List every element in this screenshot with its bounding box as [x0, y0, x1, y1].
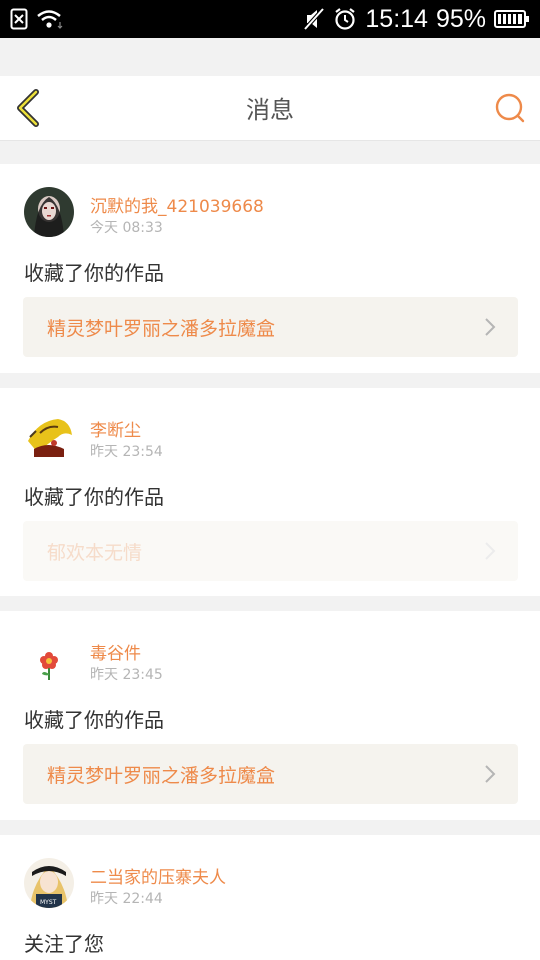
- notification-x-icon: [10, 8, 28, 30]
- timestamp: 昨天 23:54: [90, 444, 163, 460]
- work-title: 精灵梦叶罗丽之潘多拉魔盒: [47, 765, 276, 787]
- action-text: 关注了您: [24, 932, 104, 956]
- nav-bar: 消息: [0, 76, 540, 141]
- action-text: 收藏了你的作品: [24, 708, 164, 732]
- avatar[interactable]: [24, 187, 74, 237]
- message-card[interactable]: MYST 二当家的压寨夫人 昨天 22:44 关注了您: [0, 835, 540, 960]
- chevron-right-icon: [485, 542, 496, 560]
- work-link[interactable]: 精灵梦叶罗丽之潘多拉魔盒: [23, 297, 518, 357]
- search-button[interactable]: [492, 90, 528, 126]
- timestamp: 昨天 23:45: [90, 667, 163, 683]
- chevron-right-icon: [485, 765, 496, 783]
- work-title: 郁欢本无情: [47, 542, 143, 564]
- action-text: 收藏了你的作品: [24, 485, 164, 509]
- chevron-right-icon: [485, 318, 496, 336]
- avatar[interactable]: [24, 413, 74, 463]
- page-title: 消息: [246, 96, 294, 124]
- avatar[interactable]: MYST: [24, 858, 74, 908]
- alarm-icon: [335, 8, 356, 30]
- work-title: 精灵梦叶罗丽之潘多拉魔盒: [47, 318, 276, 340]
- message-card[interactable]: 沉默的我_421039668 今天 08:33 收藏了你的作品 精灵梦叶罗丽之潘…: [0, 164, 540, 373]
- mute-icon: [303, 7, 325, 31]
- work-link[interactable]: 郁欢本无情: [23, 521, 518, 581]
- status-time: 15:14: [365, 5, 428, 33]
- username[interactable]: 李断尘: [90, 416, 141, 441]
- svg-text:MYST: MYST: [40, 899, 57, 906]
- username[interactable]: 二当家的压寨夫人: [90, 863, 226, 888]
- wifi-icon: [37, 10, 63, 29]
- message-card[interactable]: 毒谷件 昨天 23:45 收藏了你的作品 精灵梦叶罗丽之潘多拉魔盒: [0, 611, 540, 820]
- battery-percent: 95%: [435, 5, 486, 33]
- message-card[interactable]: 李断尘 昨天 23:54 收藏了你的作品 郁欢本无情: [0, 388, 540, 596]
- timestamp: 昨天 22:44: [90, 891, 163, 907]
- avatar[interactable]: [24, 636, 74, 686]
- username[interactable]: 沉默的我_421039668: [90, 192, 264, 217]
- status-bar: 15:14 95%: [0, 0, 540, 38]
- search-icon: [495, 93, 525, 123]
- work-link[interactable]: 精灵梦叶罗丽之潘多拉魔盒: [23, 744, 518, 804]
- top-spacer: [0, 38, 540, 76]
- action-text: 收藏了你的作品: [24, 261, 164, 285]
- username[interactable]: 毒谷件: [90, 639, 141, 664]
- battery-icon: [494, 10, 529, 28]
- timestamp: 今天 08:33: [90, 220, 163, 236]
